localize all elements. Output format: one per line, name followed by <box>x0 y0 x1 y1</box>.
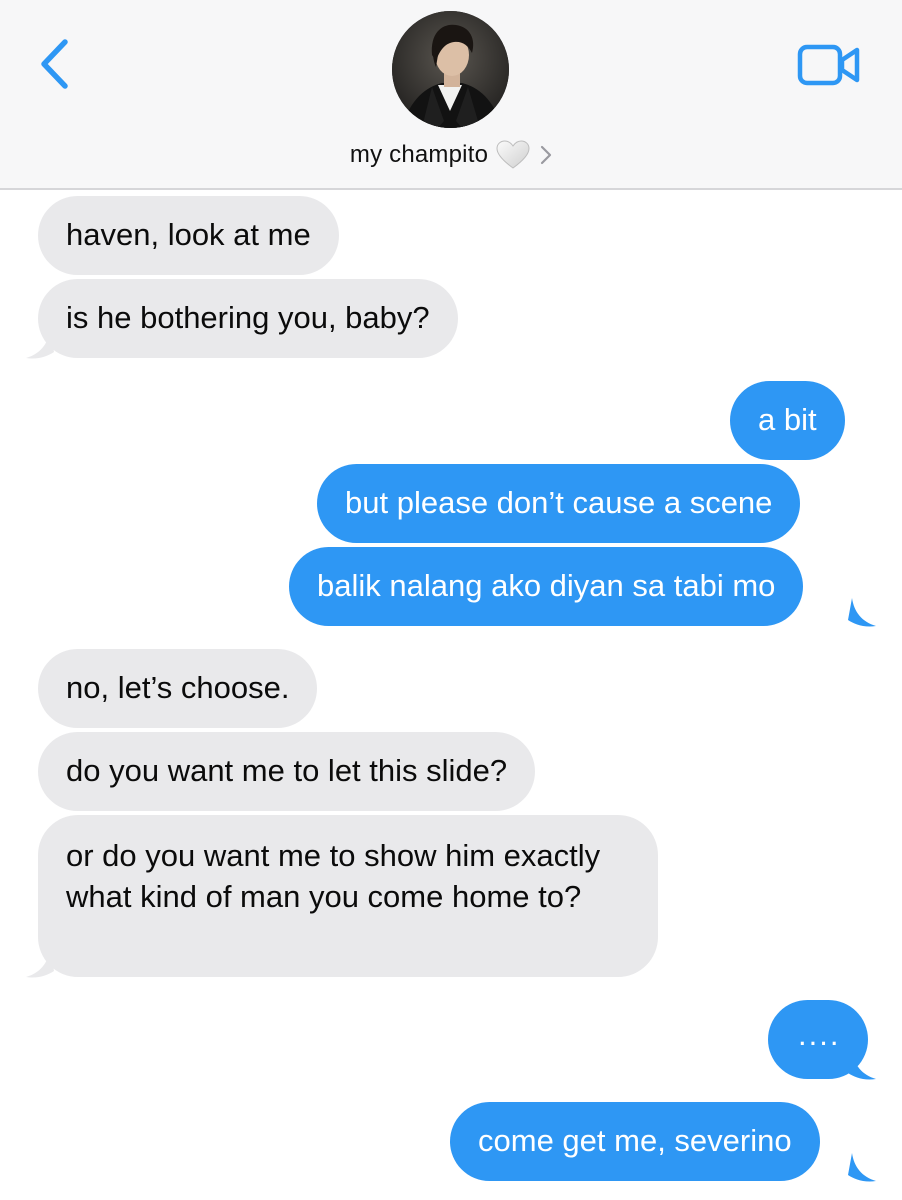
contact-details-button[interactable]: my champito <box>0 136 902 174</box>
video-call-button[interactable] <box>796 42 862 92</box>
white-heart-icon <box>496 140 530 170</box>
outgoing-message[interactable]: a bit <box>730 381 845 460</box>
outgoing-bubble-tail <box>848 1153 876 1182</box>
chevron-right-icon <box>540 145 552 165</box>
incoming-message[interactable]: no, let’s choose. <box>38 649 318 728</box>
avatar[interactable] <box>392 11 509 128</box>
incoming-message[interactable]: or do you want me to show him exactly wh… <box>38 815 658 977</box>
incoming-message[interactable]: is he bothering you, baby? <box>38 279 458 358</box>
outgoing-bubble-tail <box>848 598 876 627</box>
incoming-bubble-tail <box>26 949 54 978</box>
incoming-message[interactable]: haven, look at me <box>38 196 339 275</box>
contact-name: my champito <box>349 141 489 168</box>
outgoing-bubble-tail <box>848 1051 876 1080</box>
video-camera-icon <box>797 44 861 91</box>
chevron-left-icon <box>39 38 69 94</box>
outgoing-message[interactable]: balik nalang ako diyan sa tabi mo <box>289 547 804 626</box>
conversation-header: my champito <box>0 0 902 190</box>
back-button[interactable] <box>34 38 74 94</box>
incoming-message[interactable]: do you want me to let this slide? <box>38 732 536 811</box>
imessage-conversation-screen: my champito haven, look at me is he both… <box>0 0 902 1200</box>
outgoing-message[interactable]: but please don’t cause a scene <box>317 464 801 543</box>
incoming-bubble-tail <box>26 330 54 359</box>
outgoing-message[interactable]: come get me, severino <box>450 1102 820 1181</box>
